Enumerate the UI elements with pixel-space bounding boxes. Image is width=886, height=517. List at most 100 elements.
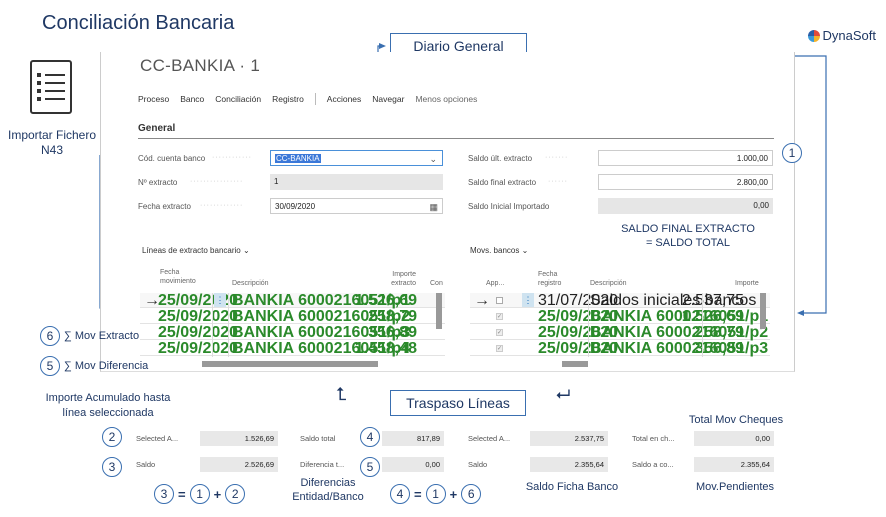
menu-menos-opciones[interactable]: Menos opciones xyxy=(415,94,477,105)
table-row[interactable]: ✓ 25/09/2020 BANKIA 6000216051/p2 258,79 xyxy=(470,325,770,341)
row-amount: 356,89 xyxy=(368,324,417,341)
right-grid: → ⋮ 31/07/2020 Saldos iniciales bancos 2… xyxy=(470,293,770,368)
marker-3: 3 xyxy=(102,457,122,477)
row-amount: 1.458,48 xyxy=(354,340,417,357)
row-date: 25/09/2020 xyxy=(158,308,239,325)
col-descripcion[interactable]: Descripción xyxy=(232,279,269,288)
col-divider xyxy=(702,293,703,357)
section-divider xyxy=(138,138,774,139)
total-cheques-label: Total en ch... xyxy=(632,434,675,443)
plus-icon: + xyxy=(449,486,458,502)
applied-checkbox[interactable]: ✓ xyxy=(496,345,503,352)
total-mov-cheques-label: Total Mov Cheques xyxy=(688,414,784,426)
fecha-extracto-label: Fecha extracto xyxy=(138,202,191,211)
mov-pendientes-label: Mov.Pendientes xyxy=(695,481,775,493)
table-row[interactable]: ✓ 25/09/2020 BANKIA 6000216051/p3 356,89 xyxy=(470,341,770,357)
leader-dots: ······· xyxy=(545,154,569,161)
menu-registro[interactable]: Registro xyxy=(272,94,304,105)
saldo-value: 2.526,69 xyxy=(200,457,278,472)
equals-icon: = xyxy=(178,486,186,502)
section-general-title[interactable]: General xyxy=(138,123,175,134)
selected-amount-2-label: Selected A... xyxy=(468,434,511,443)
row-date: 25/09/2020 xyxy=(158,292,239,309)
left-grid: → 25/09/2020 ⋮ BANKIA 6000216051/p1 1.52… xyxy=(140,293,445,368)
right-grid-title[interactable]: Movs. bancos ⌄ xyxy=(470,246,528,255)
right-vertical-scrollbar[interactable] xyxy=(760,293,766,329)
sum-mov-extracto: ∑ Mov Extracto xyxy=(64,330,140,342)
col-con[interactable]: Con xyxy=(430,279,443,288)
cod-cuenta-value: CC-BANKIA xyxy=(275,154,321,163)
table-row[interactable]: → ⋮ 31/07/2020 Saldos iniciales bancos 2… xyxy=(470,293,770,309)
saldo-total-label: Saldo total xyxy=(300,434,336,443)
saldo-2-value: 2.355,64 xyxy=(530,457,608,472)
table-row[interactable]: 25/09/2020 BANKIA 6000216051/p3 356,89 xyxy=(140,324,445,341)
col-importe[interactable]: Importe xyxy=(735,279,759,288)
chevron-down-icon: ⌄ xyxy=(429,154,437,164)
table-row[interactable]: ✓ 25/09/2020 BANKIA 6000216051/p1 1.526,… xyxy=(470,308,770,325)
calendar-icon[interactable]: ▦ xyxy=(429,199,438,215)
page-title: CC-BANKIA · 1 xyxy=(140,56,261,75)
n-extracto-field[interactable]: 1 xyxy=(270,174,443,190)
leader-dots: ······ xyxy=(548,178,568,185)
menu-banco[interactable]: Banco xyxy=(180,94,204,105)
left-horizontal-scrollbar[interactable] xyxy=(202,361,378,367)
left-grid-title-text: Líneas de extracto bancario xyxy=(142,246,241,255)
marker-4: 4 xyxy=(390,484,410,504)
saldo-inicial-field: 0,00 xyxy=(598,198,773,214)
diferencias-label: Diferencias Entidad/Banco xyxy=(292,477,364,503)
chevron-down-icon: ⌄ xyxy=(521,246,529,255)
fecha-extracto-value: 30/09/2020 xyxy=(275,202,316,211)
col-app[interactable]: App... xyxy=(486,279,504,288)
saldo-ult-field[interactable]: 1.000,00 xyxy=(598,150,773,166)
col-fecha-registro[interactable]: Fecha registro xyxy=(538,270,561,288)
formula-saldo-total: 4 = 1 + 6 xyxy=(390,484,482,504)
col-importe-extracto[interactable]: Importe extracto xyxy=(386,270,416,288)
leader-dots: ············ xyxy=(212,154,252,161)
right-grid-title-text: Movs. bancos xyxy=(470,246,520,255)
marker-3: 3 xyxy=(154,484,174,504)
col-fecha-mov[interactable]: Fecha movimiento xyxy=(160,268,210,286)
table-row[interactable]: → 25/09/2020 ⋮ BANKIA 6000216051/p1 1.52… xyxy=(140,292,445,309)
sum-mov-diferencia: ∑ Mov Diferencia xyxy=(64,360,149,372)
fecha-extracto-field[interactable]: 30/09/2020 ▦ xyxy=(270,198,443,214)
row-amount: 1.526,69 xyxy=(681,308,744,325)
table-row[interactable]: 25/09/2020 BANKIA 6000216051/p4 1.458,48 xyxy=(140,340,445,357)
marker-6: 6 xyxy=(40,326,60,346)
menu-conciliacion[interactable]: Conciliación xyxy=(215,94,261,105)
table-row[interactable]: 25/09/2020 BANKIA 6000216051/p2 258,79 xyxy=(140,308,445,325)
saldo-ficha-label: Saldo Ficha Banco xyxy=(525,481,619,493)
diferencia-label: Diferencia t... xyxy=(300,460,345,469)
chevron-down-icon: ⌄ xyxy=(242,246,250,255)
menu-separator xyxy=(314,93,316,105)
return-arrow-left-icon: ⮤ xyxy=(336,384,347,404)
total-cheques-value: 0,00 xyxy=(694,431,774,446)
row-amount: 258,79 xyxy=(368,308,417,325)
col-divider xyxy=(228,293,229,357)
cod-cuenta-select[interactable]: CC-BANKIA ⌄ xyxy=(270,150,443,166)
leader-dots: ············· xyxy=(200,202,244,209)
plus-icon: + xyxy=(213,486,222,502)
saldo-2-label: Saldo xyxy=(468,460,488,469)
left-vertical-scrollbar[interactable] xyxy=(436,293,442,329)
selected-amount-value: 1.526,69 xyxy=(200,431,278,446)
menu-acciones[interactable]: Acciones xyxy=(327,94,362,105)
applied-checkbox[interactable] xyxy=(496,297,503,304)
action-menu: Proceso Banco Conciliación Registro Acci… xyxy=(138,93,488,105)
row-menu-icon[interactable]: ⋮ xyxy=(214,293,226,307)
row-date: 25/09/2020 xyxy=(158,324,239,341)
applied-checkbox[interactable]: ✓ xyxy=(496,329,503,336)
menu-proceso[interactable]: Proceso xyxy=(138,94,169,105)
marker-5: 5 xyxy=(360,457,380,477)
marker-1: 1 xyxy=(425,484,446,504)
right-horizontal-scrollbar[interactable] xyxy=(562,361,588,367)
col-descripcion-right[interactable]: Descripción xyxy=(590,279,627,288)
traspaso-lineas-button[interactable]: Traspaso Líneas xyxy=(390,390,526,416)
applied-checkbox[interactable]: ✓ xyxy=(496,313,503,320)
saldo-final-field[interactable]: 2.800,00 xyxy=(598,174,773,190)
saldo-final-label: Saldo final extracto xyxy=(468,178,537,187)
row-menu-icon[interactable]: ⋮ xyxy=(522,293,534,307)
diferencia-value: 0,00 xyxy=(382,457,444,472)
left-grid-title[interactable]: Líneas de extracto bancario ⌄ xyxy=(142,246,250,255)
saldo-conciliar-label: Saldo a co... xyxy=(632,460,674,469)
menu-navegar[interactable]: Navegar xyxy=(372,94,404,105)
